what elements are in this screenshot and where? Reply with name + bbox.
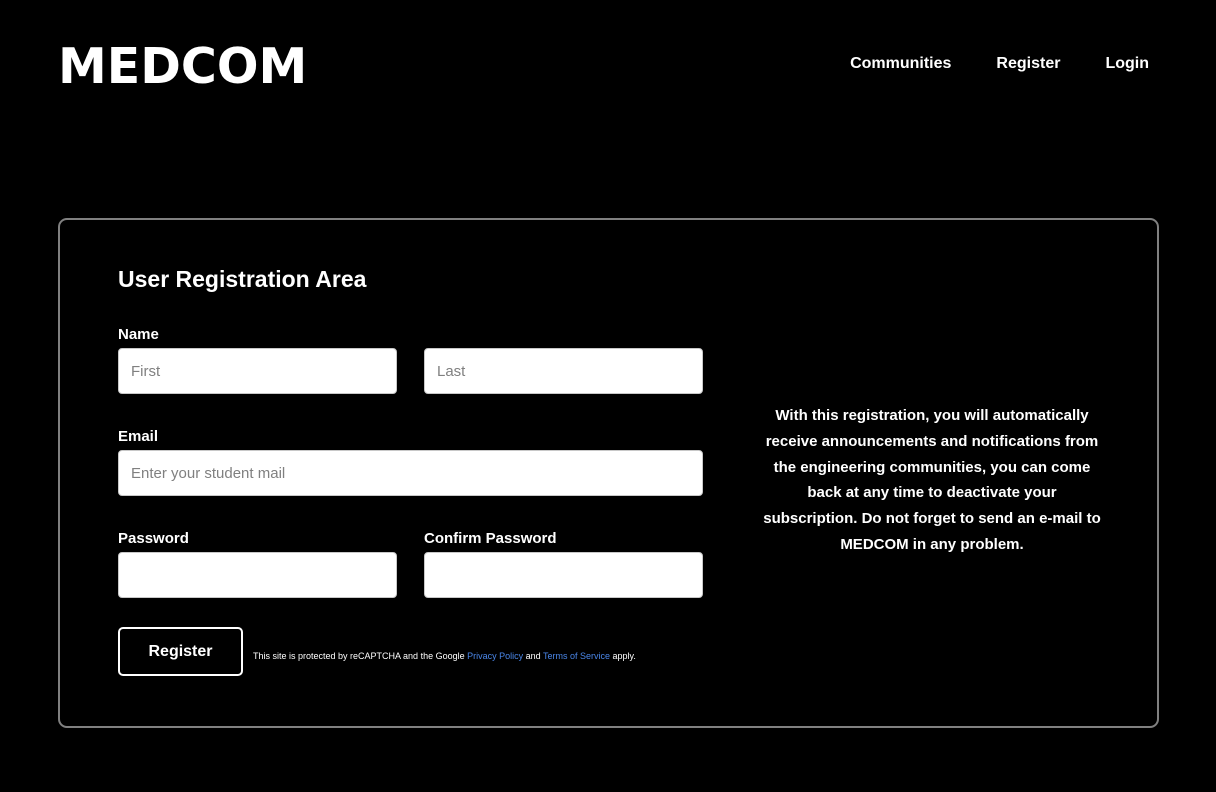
email-input[interactable] — [118, 450, 703, 496]
recaptcha-middle: and — [523, 651, 543, 661]
email-label: Email — [118, 428, 159, 445]
nav-register-link[interactable]: Register — [996, 54, 1060, 74]
recaptcha-suffix: apply. — [610, 651, 636, 661]
terms-of-service-link[interactable]: Terms of Service — [543, 651, 610, 661]
registration-info-text: With this registration, you will automat… — [763, 407, 1101, 553]
password-label: Password — [118, 530, 189, 547]
main-nav: Communities Register Login — [850, 54, 1149, 74]
password-input[interactable] — [118, 552, 397, 598]
confirm-password-input[interactable] — [424, 552, 703, 598]
recaptcha-notice: This site is protected by reCAPTCHA and … — [253, 651, 636, 661]
name-label: Name — [118, 326, 159, 343]
registration-panel: User Registration Area Name Email Passwo… — [58, 218, 1159, 728]
registration-title: User Registration Area — [118, 266, 367, 292]
nav-communities-link[interactable]: Communities — [850, 54, 951, 74]
register-button[interactable]: Register — [118, 627, 243, 676]
privacy-policy-link[interactable]: Privacy Policy — [467, 651, 523, 661]
site-logo[interactable]: MEDCOM — [58, 38, 307, 96]
confirm-password-label: Confirm Password — [424, 530, 557, 547]
recaptcha-prefix: This site is protected by reCAPTCHA and … — [253, 651, 468, 661]
site-header: MEDCOM Communities Register Login — [0, 0, 1216, 130]
first-name-input[interactable] — [118, 348, 397, 394]
nav-login-link[interactable]: Login — [1105, 54, 1149, 74]
last-name-input[interactable] — [424, 348, 703, 394]
